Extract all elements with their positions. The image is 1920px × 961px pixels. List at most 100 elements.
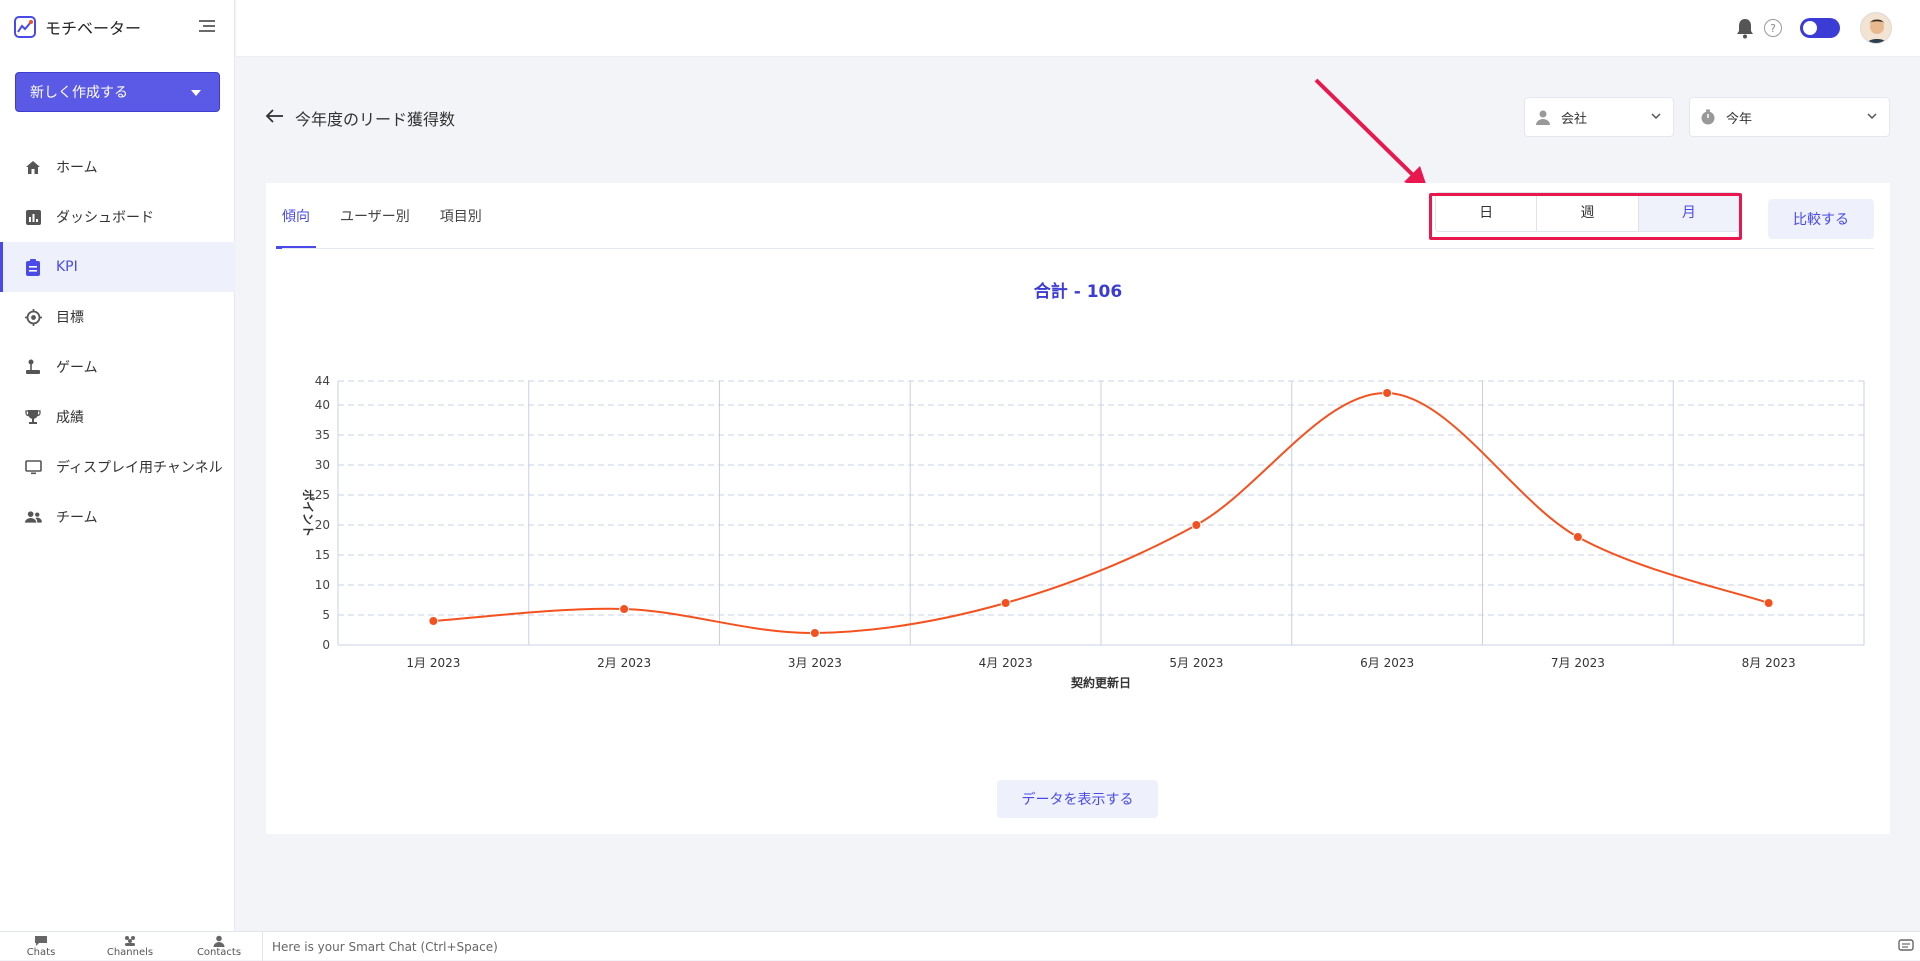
chats-button[interactable]: Chats [11,935,71,958]
y-tick-label: 40 [315,398,330,412]
avatar[interactable] [1860,12,1892,44]
smart-chat-placeholder: Here is your Smart Chat (Ctrl+Space) [272,939,498,954]
x-tick-label: 8月 2023 [1742,656,1796,670]
data-point [1572,532,1583,542]
x-tick-label: 7月 2023 [1551,656,1605,670]
team-icon [24,508,42,526]
line-chart: 0 5 10 15 20 25 30 35 40 44 1月 2023 2月 2023 3月 2023 4… [301,374,1865,690]
x-tick-label: 2月 2023 [597,656,651,670]
period-toggle: 日 週 月 [1435,192,1740,232]
y-axis-label: ポイント [301,489,316,537]
y-tick-label: 30 [315,458,330,472]
y-tick-label: 5 [322,608,330,622]
sidebar-item-label: KPI [56,259,78,275]
data-point [1763,598,1774,608]
sidebar: モチベーター 新しく作成する ホーム ダッシュボード KPI 目標 ゲーム 成績… [0,0,235,931]
logo-icon [14,16,36,38]
tab-by-user[interactable]: ユーザー別 [340,183,410,249]
period-select[interactable]: 今年 [1689,97,1890,137]
sidebar-item-label: チーム [56,510,98,526]
sidebar-item-label: ゲーム [56,360,98,376]
y-tick-label: 15 [315,548,330,562]
total-label: 合計 - 106 [1033,282,1123,302]
top-icons: ? [1734,12,1892,44]
data-point [1191,520,1202,530]
company-select[interactable]: 会社 [1524,97,1674,137]
sun-icon [1803,21,1817,35]
monitor-icon [24,458,42,476]
menu-collapse-icon[interactable] [199,19,215,33]
contacts-label: Contacts [196,947,242,958]
chevron-down-icon [1651,113,1661,120]
caret-down-icon [191,90,201,96]
help-label: ? [1770,21,1776,35]
tab-label: 傾向 [282,209,310,225]
x-tick-label: 6月 2023 [1360,656,1414,670]
data-point [619,604,630,614]
sidebar-nav: ホーム ダッシュボード KPI 目標 ゲーム 成績 ディスプレイ用チャンネル チ… [0,142,235,542]
period-day-button[interactable]: 日 [1436,193,1538,231]
chat-settings-icon[interactable] [1898,939,1914,953]
kpi-card: 傾向 ユーザー別 項目別 日 週 月 比較する 合計 - 106 0 5 10 15 2… [266,183,1890,834]
target-icon [24,308,42,326]
sidebar-item-team[interactable]: チーム [0,492,235,542]
bell-icon[interactable] [1734,17,1756,39]
data-point [1382,388,1393,398]
sidebar-item-label: 目標 [56,310,84,326]
period-week-button[interactable]: 週 [1537,193,1639,231]
user-icon [1536,110,1550,125]
compare-button[interactable]: 比較する [1768,199,1874,239]
theme-toggle[interactable] [1800,18,1840,38]
data-point [1000,598,1011,608]
tab-label: ユーザー別 [340,209,410,225]
sidebar-item-game[interactable]: ゲーム [0,342,235,392]
kpi-icon [24,258,42,276]
sidebar-item-display-channel[interactable]: ディスプレイ用チャンネル [0,442,235,492]
tab-by-item[interactable]: 項目別 [440,183,482,249]
tab-label: 項目別 [439,209,482,225]
channels-label: Channels [106,947,154,958]
tab-bar: 傾向 ユーザー別 項目別 [276,183,512,249]
y-tick-label: 35 [315,428,330,442]
x-tick-label: 3月 2023 [788,656,842,670]
trophy-icon [24,408,42,426]
joystick-icon [24,358,42,376]
annotation-arrow [1314,78,1428,190]
home-icon [24,158,42,176]
y-tick-label: 0 [322,638,330,652]
page-title: 今年度のリード獲得数 [295,110,456,129]
smart-chat-input[interactable]: Here is your Smart Chat (Ctrl+Space) [262,932,1882,961]
tab-trend[interactable]: 傾向 [276,183,316,249]
x-axis-label: 契約更新日 [1070,675,1131,690]
app-name: モチベーター [45,19,142,38]
channels-icon [125,936,135,946]
timer-icon [1701,109,1715,125]
back-arrow-icon[interactable] [265,108,285,124]
x-tick-label: 5月 2023 [1169,656,1223,670]
period-month-button[interactable]: 月 [1638,193,1739,231]
contacts-button[interactable]: Contacts [189,935,249,958]
sidebar-item-label: 成績 [56,410,84,426]
brand[interactable]: モチベーター [14,14,141,40]
top-bar: ? [236,0,1920,57]
sidebar-item-home[interactable]: ホーム [0,142,235,192]
show-data-button[interactable]: データを表示する [997,780,1158,818]
sidebar-item-goals[interactable]: 目標 [0,292,235,342]
help-icon[interactable]: ? [1764,19,1782,37]
sidebar-item-dashboard[interactable]: ダッシュボード [0,192,235,242]
chat-icon [35,936,47,946]
y-tick-label: 44 [315,374,330,388]
sidebar-item-label: ホーム [56,160,98,176]
tab-divider [282,248,1874,249]
company-select-value: 会社 [1561,111,1588,127]
sidebar-item-kpi[interactable]: KPI [0,242,235,292]
create-new-label: 新しく作成する [30,85,128,101]
chevron-down-icon [1867,113,1877,120]
channels-button[interactable]: Channels [100,935,160,958]
create-new-button[interactable]: 新しく作成する [15,72,220,112]
contacts-icon [213,935,225,947]
x-tick-label: 4月 2023 [979,656,1033,670]
sidebar-item-results[interactable]: 成績 [0,392,235,442]
period-select-value: 今年 [1726,111,1753,127]
y-tick-label: 10 [315,578,330,592]
